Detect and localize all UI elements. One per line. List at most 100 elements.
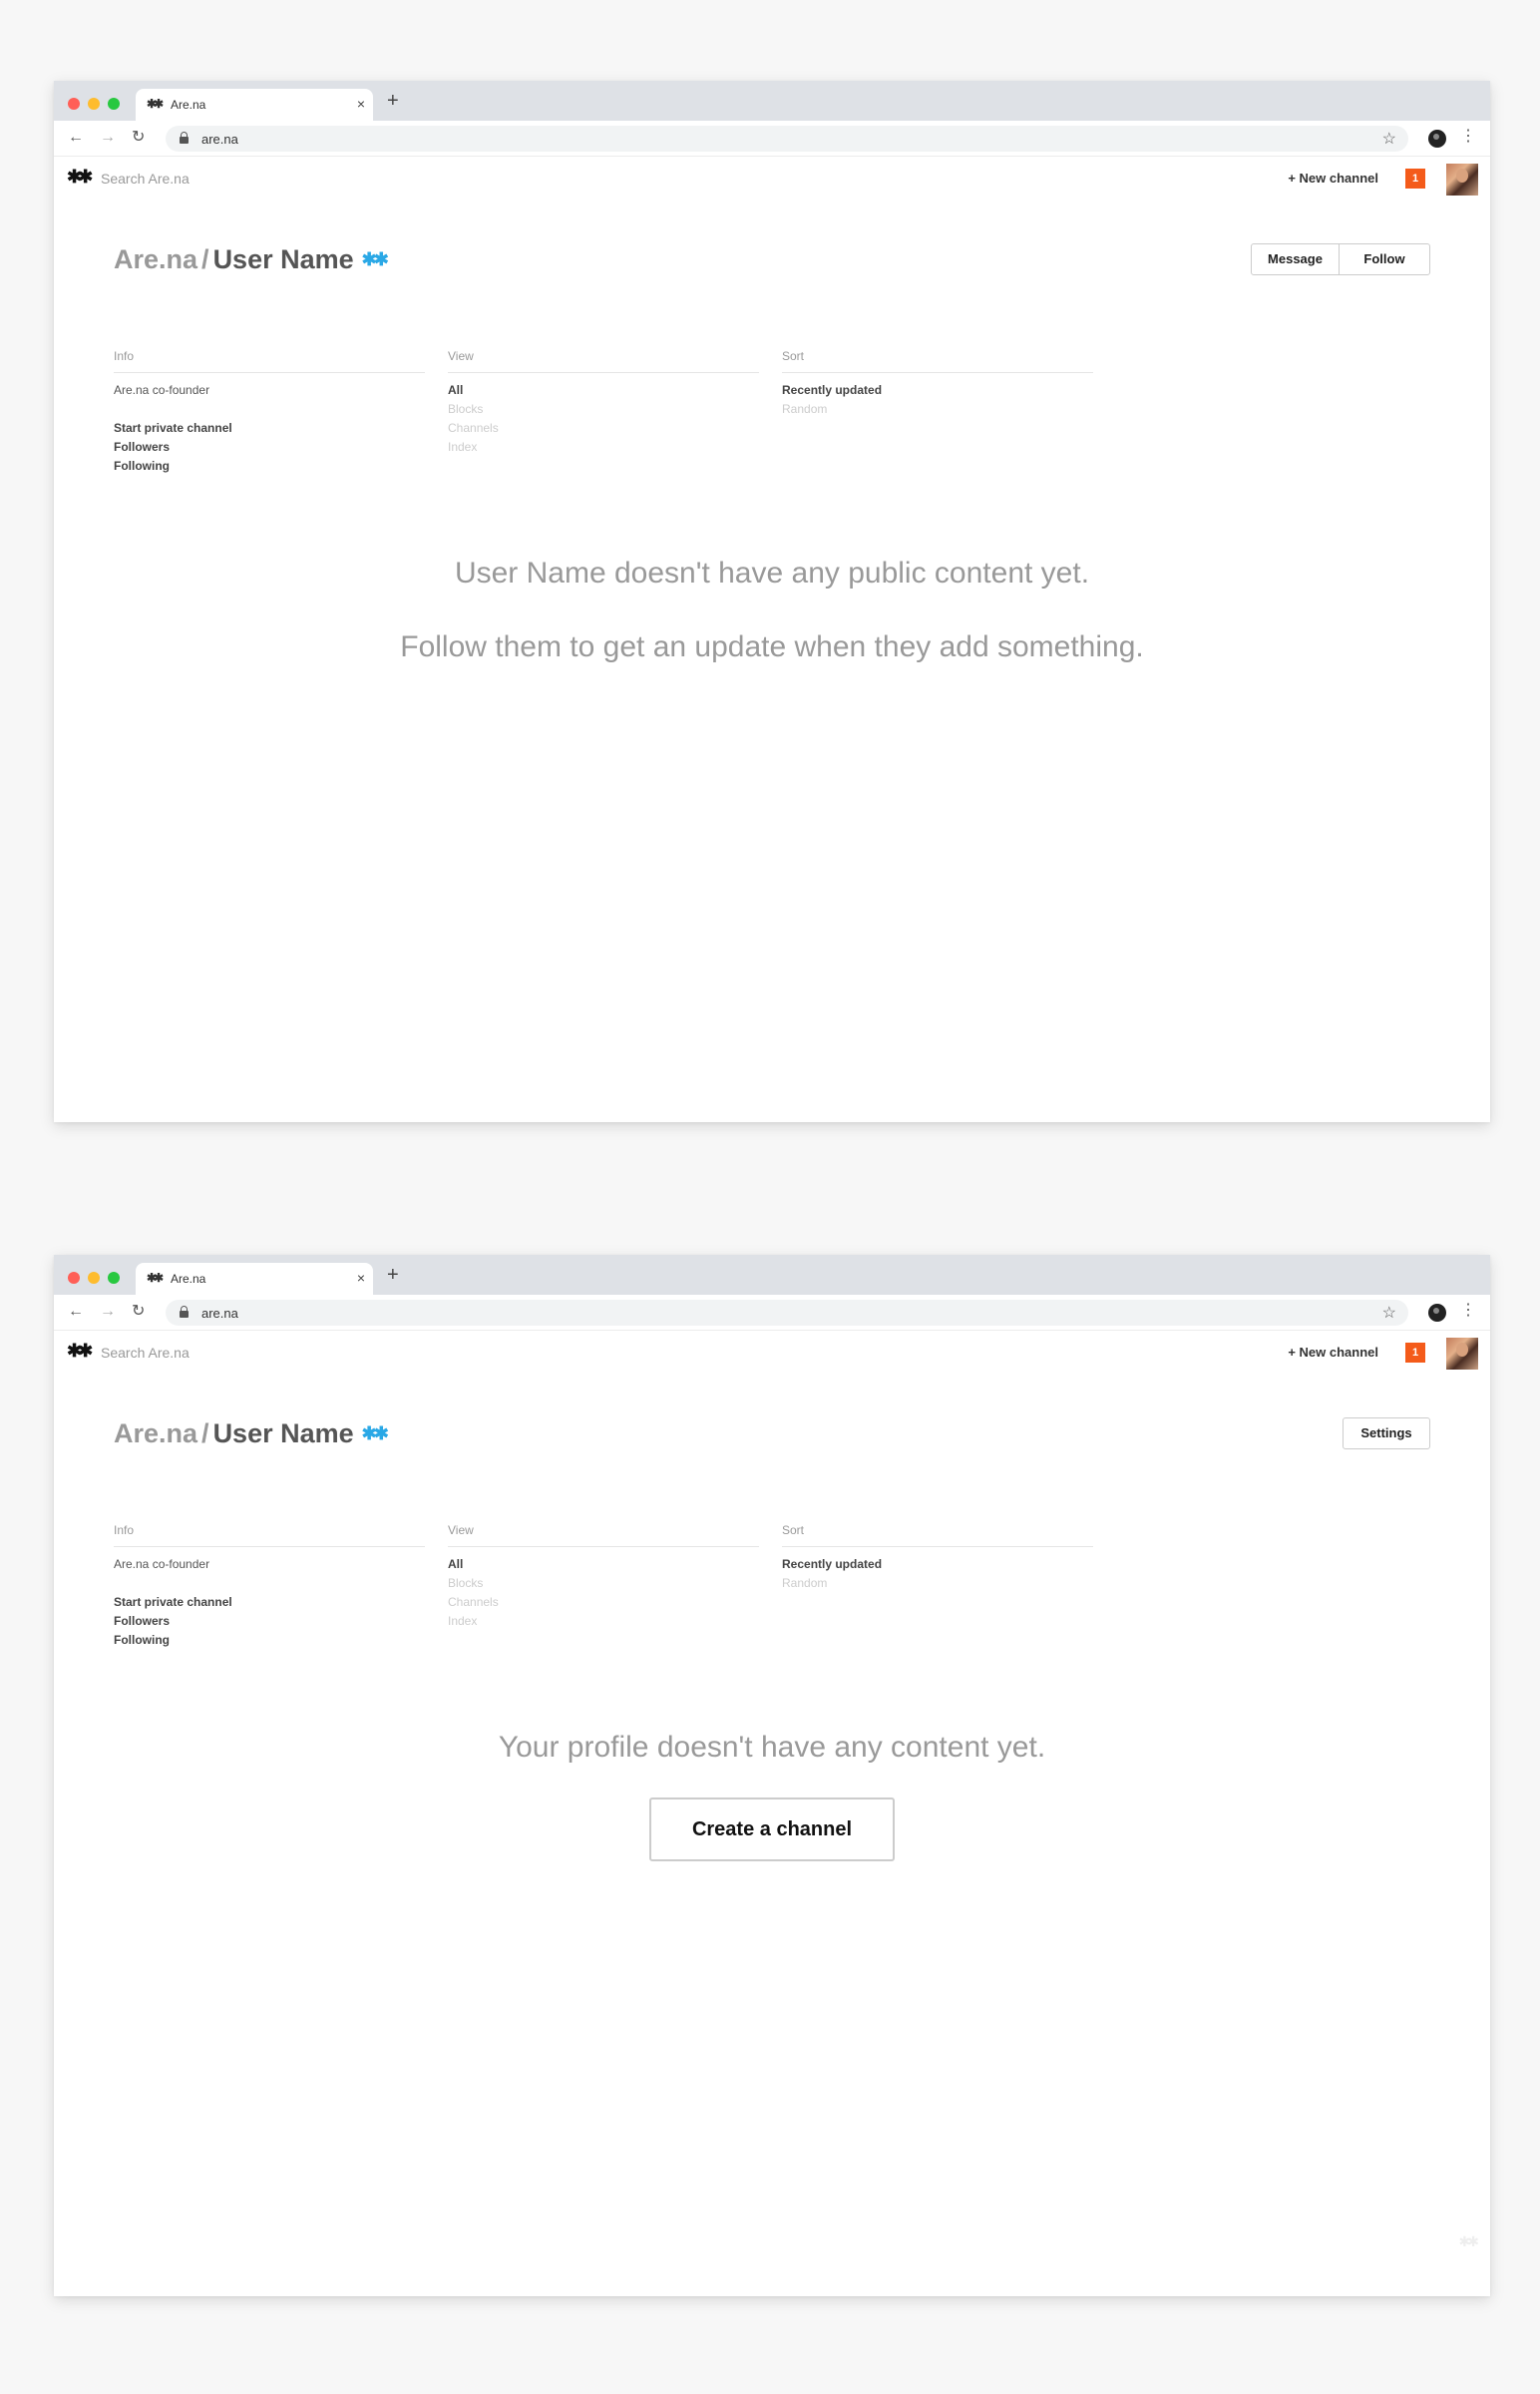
lock-icon	[180, 1306, 189, 1318]
new-channel-button[interactable]: + New channel	[1288, 1345, 1378, 1360]
tab-strip: ✱✱ Are.na × +	[54, 1255, 1490, 1295]
breadcrumb-separator: /	[201, 1418, 209, 1448]
maximize-window-button[interactable]	[108, 1272, 120, 1284]
view-option-index[interactable]: Index	[448, 438, 759, 457]
following-link[interactable]: Following	[114, 457, 425, 476]
verified-badge-icon: ✱✱	[361, 1423, 389, 1443]
sort-option-recently-updated[interactable]: Recently updated	[782, 381, 1093, 400]
profile-actions: Message Follow	[1251, 243, 1430, 275]
following-link[interactable]: Following	[114, 1631, 425, 1650]
breadcrumb-separator: /	[201, 244, 209, 274]
site-breadcrumb[interactable]: Are.na	[114, 1418, 197, 1448]
new-tab-button[interactable]: +	[387, 1265, 399, 1285]
browser-tab[interactable]: ✱✱ Are.na ×	[136, 89, 373, 121]
profile-header: Are.na / User Name ✱✱ Settings	[54, 1375, 1490, 1494]
view-option-channels[interactable]: Channels	[448, 1593, 759, 1612]
reload-icon[interactable]: ↻	[132, 129, 145, 147]
followers-link[interactable]: Followers	[114, 1612, 425, 1631]
back-arrow-icon[interactable]: ←	[68, 1303, 84, 1321]
arena-logo-icon[interactable]: ✱✱	[67, 167, 93, 188]
info-heading: Info	[114, 1523, 425, 1547]
avatar[interactable]	[1446, 1338, 1478, 1370]
new-tab-button[interactable]: +	[387, 91, 399, 111]
view-option-blocks[interactable]: Blocks	[448, 400, 759, 419]
profile-meta: Info Are.na co-founder Start private cha…	[114, 349, 1116, 476]
extension-icon[interactable]	[1428, 1304, 1446, 1322]
close-window-button[interactable]	[68, 1272, 80, 1284]
profile-header: Are.na / User Name ✱✱ Message Follow	[54, 200, 1490, 320]
start-private-channel-link[interactable]: Start private channel	[114, 419, 425, 438]
reload-icon[interactable]: ↻	[132, 1303, 145, 1321]
back-arrow-icon[interactable]: ←	[68, 129, 84, 147]
tab-title: Are.na	[171, 1272, 206, 1286]
sort-heading: Sort	[782, 349, 1093, 373]
empty-state-message: Your profile doesn't have any content ye…	[498, 1731, 1046, 1764]
extension-icon[interactable]	[1428, 130, 1446, 148]
browser-tab[interactable]: ✱✱ Are.na ×	[136, 1263, 373, 1295]
info-column: Info Are.na co-founder Start private cha…	[114, 1523, 425, 1650]
tab-strip: ✱✱ Are.na × +	[54, 81, 1490, 121]
forward-arrow-icon[interactable]: →	[100, 1303, 116, 1321]
profile-meta: Info Are.na co-founder Start private cha…	[114, 1523, 1116, 1650]
new-channel-button[interactable]: + New channel	[1288, 171, 1378, 186]
page-title: Are.na / User Name ✱✱	[114, 1418, 389, 1449]
view-option-index[interactable]: Index	[448, 1612, 759, 1631]
search-input[interactable]	[101, 169, 380, 189]
notification-badge[interactable]: 1	[1405, 1343, 1425, 1363]
verified-badge-icon: ✱✱	[361, 249, 389, 269]
site-breadcrumb[interactable]: Are.na	[114, 244, 197, 274]
browser-window-other-profile: ✱✱ Are.na × + ← → ↻ are.na ☆ ⋮ ✱✱ + New …	[54, 81, 1490, 1122]
view-heading: View	[448, 349, 759, 373]
minimize-window-button[interactable]	[88, 98, 100, 110]
browser-menu-icon[interactable]: ⋮	[1460, 128, 1476, 146]
empty-state-message: User Name doesn't have any public conten…	[454, 557, 1090, 590]
create-channel-button[interactable]: Create a channel	[649, 1797, 895, 1861]
minimize-window-button[interactable]	[88, 1272, 100, 1284]
tab-title: Are.na	[171, 98, 206, 112]
view-option-all[interactable]: All	[448, 381, 759, 400]
url-text: are.na	[201, 1306, 238, 1321]
notification-badge[interactable]: 1	[1405, 169, 1425, 189]
maximize-window-button[interactable]	[108, 98, 120, 110]
sort-option-recently-updated[interactable]: Recently updated	[782, 1555, 1093, 1574]
arena-favicon-icon: ✱✱	[147, 97, 164, 111]
sort-column: Sort Recently updated Random	[782, 349, 1093, 476]
view-column: View All Blocks Channels Index	[448, 349, 759, 476]
close-icon[interactable]: ×	[357, 96, 365, 112]
close-icon[interactable]: ×	[357, 1270, 365, 1286]
view-option-blocks[interactable]: Blocks	[448, 1574, 759, 1593]
search-input[interactable]	[101, 1343, 380, 1363]
browser-toolbar: ← → ↻ are.na ☆ ⋮	[54, 1295, 1490, 1331]
bookmark-star-icon[interactable]: ☆	[1382, 1303, 1396, 1323]
url-text: are.na	[201, 132, 238, 147]
view-heading: View	[448, 1523, 759, 1547]
view-option-channels[interactable]: Channels	[448, 419, 759, 438]
bookmark-star-icon[interactable]: ☆	[1382, 129, 1396, 149]
sort-option-random[interactable]: Random	[782, 400, 1093, 419]
arena-logo-icon[interactable]: ✱✱	[67, 1341, 93, 1362]
address-bar[interactable]: are.na ☆	[166, 1300, 1408, 1326]
followers-link[interactable]: Followers	[114, 438, 425, 457]
bio-text: Are.na co-founder	[114, 1557, 210, 1571]
avatar[interactable]	[1446, 164, 1478, 196]
sort-heading: Sort	[782, 1523, 1093, 1547]
close-window-button[interactable]	[68, 98, 80, 110]
profile-user-name: User Name	[212, 244, 354, 274]
arena-header: ✱✱ + New channel 1	[54, 157, 1490, 200]
sort-option-random[interactable]: Random	[782, 1574, 1093, 1593]
arena-header: ✱✱ + New channel 1	[54, 1331, 1490, 1375]
follow-button[interactable]: Follow	[1340, 244, 1429, 274]
info-heading: Info	[114, 349, 425, 373]
arena-favicon-icon: ✱✱	[147, 1271, 164, 1285]
forward-arrow-icon[interactable]: →	[100, 129, 116, 147]
start-private-channel-link[interactable]: Start private channel	[114, 1593, 425, 1612]
message-button[interactable]: Message	[1252, 244, 1340, 274]
lock-icon	[180, 132, 189, 144]
arena-watermark-icon: ✱✱	[1458, 2233, 1480, 2249]
browser-menu-icon[interactable]: ⋮	[1460, 1302, 1476, 1320]
settings-button[interactable]: Settings	[1343, 1417, 1430, 1449]
browser-toolbar: ← → ↻ are.na ☆ ⋮	[54, 121, 1490, 157]
view-option-all[interactable]: All	[448, 1555, 759, 1574]
profile-user-name: User Name	[212, 1418, 354, 1448]
address-bar[interactable]: are.na ☆	[166, 126, 1408, 152]
